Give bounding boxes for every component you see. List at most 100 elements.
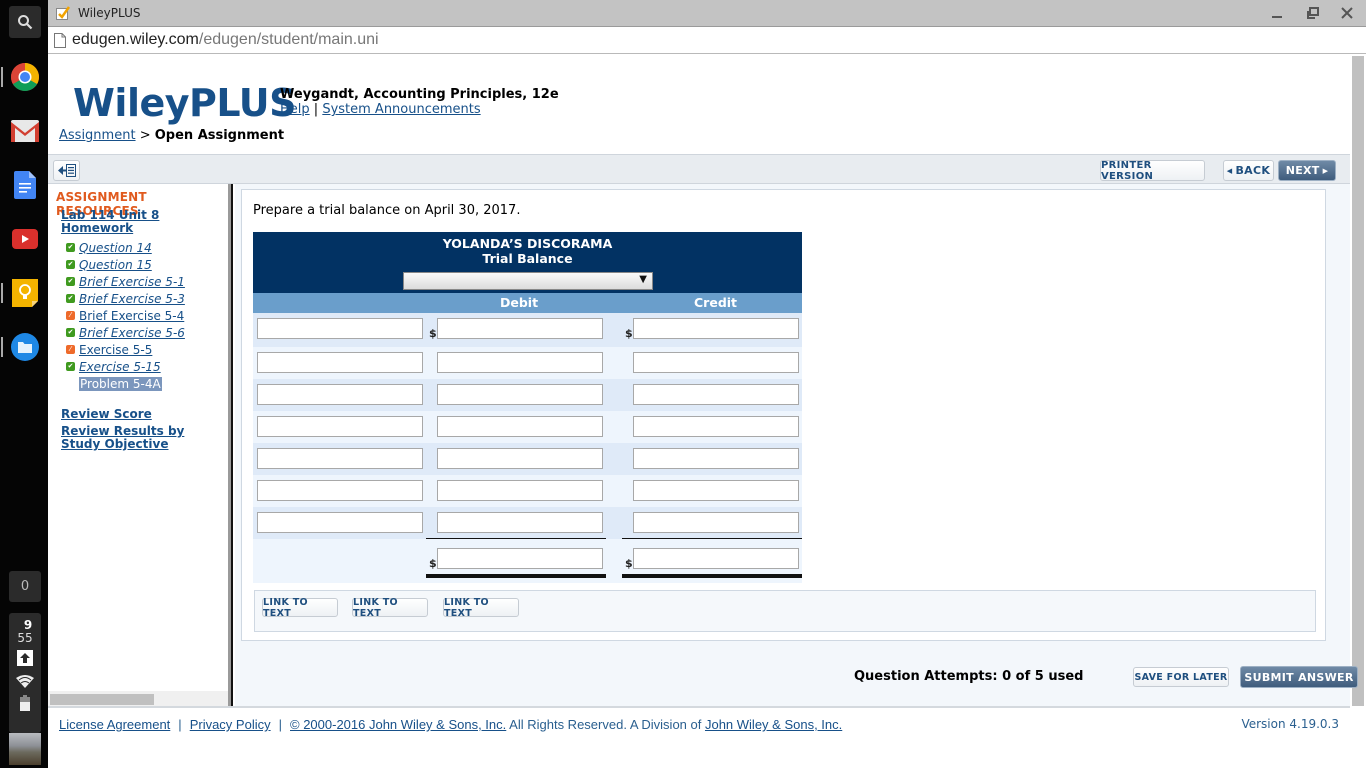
credit-amount-input[interactable] <box>633 480 799 501</box>
debit-amount-input[interactable] <box>437 416 603 437</box>
review-score-link[interactable]: Review Score <box>61 408 152 421</box>
total-debit-input[interactable] <box>437 548 603 569</box>
sidebar-question-item[interactable]: ✔ Brief Exercise 5-6 <box>66 324 185 341</box>
gmail-app[interactable] <box>10 116 40 146</box>
files-app[interactable] <box>10 332 40 362</box>
status-tray[interactable]: 9 55 <box>9 613 41 733</box>
credit-amount-input[interactable] <box>633 448 799 469</box>
debit-amount-input[interactable] <box>437 352 603 373</box>
debit-amount-input[interactable] <box>437 512 603 533</box>
page-scrollbar[interactable] <box>1352 56 1364 706</box>
chrome-app[interactable] <box>10 62 40 92</box>
partial-attempt-icon: ⁄ <box>66 345 75 354</box>
account-title-input[interactable] <box>257 318 423 339</box>
keep-icon <box>12 279 38 307</box>
sidebar-question-item[interactable]: ✔ Brief Exercise 5-3 <box>66 290 185 307</box>
debit-amount-input[interactable] <box>437 318 603 339</box>
sidebar-horizontal-scrollbar[interactable] <box>48 691 228 706</box>
title-bar: WileyPLUS <box>48 0 1366 27</box>
link-to-text-button-1[interactable]: LINK TO TEXT <box>262 597 338 619</box>
credit-amount-input[interactable] <box>633 512 799 533</box>
review-results-link[interactable]: Review Results by Study Objective <box>61 425 221 451</box>
account-title-input[interactable] <box>257 416 423 437</box>
trial-balance-row <box>253 507 802 540</box>
account-title-input[interactable] <box>257 480 423 501</box>
credit-amount-input[interactable] <box>633 384 799 405</box>
sidebar-question-link[interactable]: Brief Exercise 5-4 <box>79 309 184 323</box>
sidebar-question-item[interactable]: ✔ Question 15 <box>66 256 185 273</box>
breadcrumb-separator: > <box>139 128 151 143</box>
sidebar-question-link[interactable]: Brief Exercise 5-1 <box>79 275 185 289</box>
printer-version-button[interactable]: PRINTER VERSION <box>1100 160 1205 182</box>
sidebar-question-link[interactable]: Question 15 <box>79 258 152 272</box>
sidebar-question-item[interactable]: ⁄ Brief Exercise 5-4 <box>66 307 185 324</box>
battery-icon <box>20 695 30 711</box>
launcher-search-button[interactable] <box>9 6 41 38</box>
link-to-text-button-3[interactable]: LINK TO TEXT <box>443 597 519 619</box>
help-link[interactable]: Help <box>280 102 310 117</box>
sidebar-question-link[interactable]: Exercise 5-5 <box>79 343 152 357</box>
maximize-button[interactable] <box>1302 4 1324 22</box>
youtube-app[interactable] <box>10 224 40 254</box>
next-button[interactable]: NEXT ▶ <box>1278 160 1336 181</box>
question-area: Prepare a trial balance on April 30, 201… <box>235 184 1358 706</box>
copyright-link[interactable]: © 2000-2016 John Wiley & Sons, Inc. <box>290 717 506 732</box>
running-indicator <box>1 283 3 303</box>
link-separator: | <box>313 102 319 117</box>
credit-amount-input[interactable] <box>633 416 799 437</box>
sidebar-question-item[interactable]: ✔ Question 14 <box>66 239 185 256</box>
footer-separator: | <box>178 717 182 732</box>
link-to-text-bar: LINK TO TEXT LINK TO TEXT LINK TO TEXT <box>254 590 1316 632</box>
total-double-underline <box>622 574 802 578</box>
debit-amount-input[interactable] <box>437 448 603 469</box>
sidebar-question-link[interactable]: Brief Exercise 5-6 <box>79 326 185 340</box>
panel-resize-divider[interactable] <box>228 184 233 706</box>
sidebar-question-link[interactable]: Exercise 5-15 <box>79 360 161 374</box>
debit-amount-input[interactable] <box>437 480 603 501</box>
privacy-policy-link[interactable]: Privacy Policy <box>190 717 271 732</box>
collapse-sidebar-icon <box>57 164 76 177</box>
minimize-button[interactable] <box>1266 4 1288 22</box>
sidebar-question-link[interactable]: Question 14 <box>79 241 152 255</box>
running-indicator <box>1 337 3 357</box>
date-select[interactable]: ▼ <box>403 272 653 290</box>
sidebar-question-item[interactable]: ✔ Brief Exercise 5-1 <box>66 273 185 290</box>
submit-answer-button[interactable]: SUBMIT ANSWER <box>1240 666 1358 688</box>
scrollbar-thumb[interactable] <box>50 694 154 705</box>
sidebar-question-item[interactable]: ✔ Exercise 5-15 <box>66 358 185 375</box>
account-title-input[interactable] <box>257 512 423 533</box>
trial-balance-row <box>253 379 802 411</box>
address-bar[interactable]: edugen.wiley.com/edugen/student/main.uni <box>48 27 1366 54</box>
docs-app[interactable] <box>10 170 40 200</box>
files-icon <box>11 333 39 361</box>
wileyplus-logo[interactable]: WileyPLUS <box>73 81 296 125</box>
division-link[interactable]: John Wiley & Sons, Inc. <box>705 717 842 732</box>
save-for-later-button[interactable]: SAVE FOR LATER <box>1133 667 1229 687</box>
account-title-input[interactable] <box>257 384 423 405</box>
sidebar-question-item[interactable]: ⁄ Exercise 5-5 <box>66 341 185 358</box>
credit-amount-input[interactable] <box>633 318 799 339</box>
keep-app[interactable] <box>10 278 40 308</box>
chrome-icon <box>11 63 39 91</box>
credit-amount-input[interactable] <box>633 352 799 373</box>
back-button[interactable]: ◀ BACK <box>1223 160 1274 181</box>
sidebar-question-link[interactable]: Brief Exercise 5-3 <box>79 292 185 306</box>
license-agreement-link[interactable]: License Agreement <box>59 717 170 732</box>
notification-counter[interactable]: 0 <box>9 571 41 602</box>
breadcrumb: Assignment > Open Assignment <box>59 128 284 143</box>
link-to-text-button-2[interactable]: LINK TO TEXT <box>352 597 428 619</box>
trial-balance-row <box>253 443 802 475</box>
close-button[interactable] <box>1336 4 1358 22</box>
sidebar-question-item[interactable]: Problem 5-4A <box>66 375 185 392</box>
partial-attempt-icon: ⁄ <box>66 311 75 320</box>
assignment-title-link[interactable]: Lab 114 Unit 8 Homework <box>61 209 171 235</box>
completed-check-icon: ✔ <box>66 260 75 269</box>
total-credit-input[interactable] <box>633 548 799 569</box>
toggle-sidebar-button[interactable] <box>53 160 80 181</box>
user-avatar[interactable] <box>9 733 41 765</box>
account-title-input[interactable] <box>257 352 423 373</box>
account-title-input[interactable] <box>257 448 423 469</box>
system-announcements-link[interactable]: System Announcements <box>322 102 480 117</box>
debit-amount-input[interactable] <box>437 384 603 405</box>
breadcrumb-assignment-link[interactable]: Assignment <box>59 128 136 143</box>
